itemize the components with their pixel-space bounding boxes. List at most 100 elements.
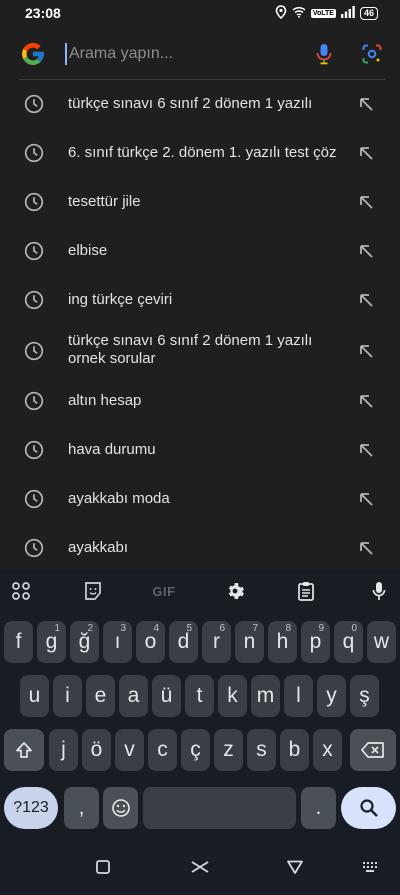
- key-r[interactable]: r6: [202, 621, 231, 663]
- fill-query-arrow-icon[interactable]: [358, 243, 374, 259]
- recents-square-icon[interactable]: [93, 857, 113, 877]
- key-b[interactable]: b: [280, 729, 309, 771]
- comma-key[interactable]: ,: [64, 787, 99, 829]
- key-h[interactable]: h8: [268, 621, 297, 663]
- suggestion-item[interactable]: ayakkabı: [0, 524, 400, 569]
- key-d[interactable]: d5: [169, 621, 198, 663]
- fill-query-arrow-icon[interactable]: [358, 292, 374, 308]
- key-m[interactable]: m: [251, 675, 280, 717]
- fill-query-arrow-icon[interactable]: [358, 96, 374, 112]
- keyboard-switch-icon[interactable]: [360, 857, 380, 877]
- key-g-breve[interactable]: ğ2: [70, 621, 99, 663]
- key-l[interactable]: l: [284, 675, 313, 717]
- suggestion-item[interactable]: tesettür jile: [0, 178, 400, 227]
- suggestion-text: altın hesap: [68, 392, 142, 409]
- key-char: f: [15, 630, 22, 653]
- gif-button[interactable]: GIF: [149, 578, 179, 604]
- key-u-umlaut[interactable]: ü: [152, 675, 181, 717]
- history-clock-icon: [24, 341, 44, 361]
- key-p[interactable]: p9: [301, 621, 330, 663]
- fill-query-arrow-icon[interactable]: [358, 491, 374, 507]
- history-clock-icon: [24, 489, 44, 509]
- key-o[interactable]: o4: [136, 621, 165, 663]
- history-clock-icon: [24, 538, 44, 558]
- space-key[interactable]: [143, 787, 296, 829]
- volte-badge: VoLTE: [310, 8, 336, 18]
- key-w[interactable]: w: [367, 621, 396, 663]
- backspace-icon: [361, 742, 384, 758]
- key-hint: 3: [120, 623, 126, 634]
- key-s[interactable]: s: [247, 729, 276, 771]
- suggestion-item[interactable]: türkçe sınavı 6 sınıf 2 dönem 1 yazılı o…: [0, 325, 400, 377]
- key-v[interactable]: v: [115, 729, 144, 771]
- fill-query-arrow-icon[interactable]: [358, 442, 374, 458]
- suggestion-item[interactable]: ing türkçe çeviri: [0, 276, 400, 325]
- sticker-icon[interactable]: [80, 578, 106, 604]
- history-clock-icon: [24, 192, 44, 212]
- fill-query-arrow-icon[interactable]: [358, 540, 374, 556]
- emoji-smile-icon: [111, 799, 130, 817]
- suggestion-item[interactable]: hava durumu: [0, 426, 400, 475]
- key-i[interactable]: i: [53, 675, 82, 717]
- battery-icon: 46: [359, 6, 378, 20]
- key-y[interactable]: y: [317, 675, 346, 717]
- key-t[interactable]: t: [185, 675, 214, 717]
- suggestion-item[interactable]: 6. sınıf türkçe 2. dönem 1. yazılı test …: [0, 129, 400, 178]
- key-a[interactable]: a: [119, 675, 148, 717]
- key-char: v: [124, 738, 135, 761]
- suggestion-text: 6. sınıf türkçe 2. dönem 1. yazılı test …: [68, 144, 337, 161]
- backspace-key[interactable]: [350, 729, 396, 771]
- suggestion-item[interactable]: elbise: [0, 227, 400, 276]
- key-q[interactable]: q0: [334, 621, 363, 663]
- key-x[interactable]: x: [313, 729, 342, 771]
- key-char: w: [373, 630, 390, 653]
- keyboard-mic-icon[interactable]: [366, 578, 392, 604]
- search-enter-key[interactable]: [341, 787, 396, 829]
- key-n[interactable]: n7: [235, 621, 264, 663]
- fill-query-arrow-icon[interactable]: [358, 145, 374, 161]
- emoji-key[interactable]: [103, 787, 138, 829]
- key-hint: 9: [318, 623, 324, 634]
- home-chevron-icon[interactable]: [190, 857, 210, 877]
- key-g[interactable]: g1: [37, 621, 66, 663]
- history-clock-icon: [24, 290, 44, 310]
- key-dotless-i[interactable]: ı3: [103, 621, 132, 663]
- voice-search-mic-icon[interactable]: [310, 40, 338, 68]
- key-hint: 5: [186, 623, 192, 634]
- settings-gear-icon[interactable]: [222, 578, 248, 604]
- key-k[interactable]: k: [218, 675, 247, 717]
- back-triangle-icon[interactable]: [285, 857, 305, 877]
- symbols-key[interactable]: ?123: [4, 787, 58, 829]
- key-hint: 4: [153, 623, 159, 634]
- suggestion-item[interactable]: türkçe sınavı 6 sınıf 2 dönem 1 yazılı: [0, 80, 400, 129]
- google-lens-icon[interactable]: [358, 40, 386, 68]
- suggestion-text: elbise: [68, 242, 108, 259]
- key-c-cedilla[interactable]: ç: [181, 729, 210, 771]
- key-char: ş: [359, 684, 370, 707]
- key-f[interactable]: f: [4, 621, 33, 663]
- period-key[interactable]: .: [301, 787, 336, 829]
- key-char: s: [256, 738, 267, 761]
- fill-query-arrow-icon[interactable]: [358, 194, 374, 210]
- key-s-cedilla[interactable]: ş: [350, 675, 379, 717]
- suggestion-item[interactable]: altın hesap: [0, 377, 400, 426]
- key-e[interactable]: e: [86, 675, 115, 717]
- suggestion-item[interactable]: ayakkabı moda: [0, 475, 400, 524]
- shift-key[interactable]: [4, 729, 44, 771]
- key-char: k: [227, 684, 238, 707]
- suggestion-text: türkçe sınavı 6 sınıf 2 dönem 1 yazılı o…: [68, 332, 313, 367]
- key-char: u: [28, 684, 41, 707]
- search-input[interactable]: [65, 43, 310, 65]
- key-j[interactable]: j: [49, 729, 78, 771]
- suggestion-text: ing türkçe çeviri: [68, 291, 173, 308]
- apps-grid-icon[interactable]: [8, 578, 34, 604]
- key-o-umlaut[interactable]: ö: [82, 729, 111, 771]
- fill-query-arrow-icon[interactable]: [358, 393, 374, 409]
- key-u[interactable]: u: [20, 675, 49, 717]
- key-z[interactable]: z: [214, 729, 243, 771]
- key-c[interactable]: c: [148, 729, 177, 771]
- fill-query-arrow-icon[interactable]: [358, 343, 374, 359]
- clipboard-icon[interactable]: [293, 578, 319, 604]
- history-clock-icon: [24, 391, 44, 411]
- key-char: x: [322, 738, 333, 761]
